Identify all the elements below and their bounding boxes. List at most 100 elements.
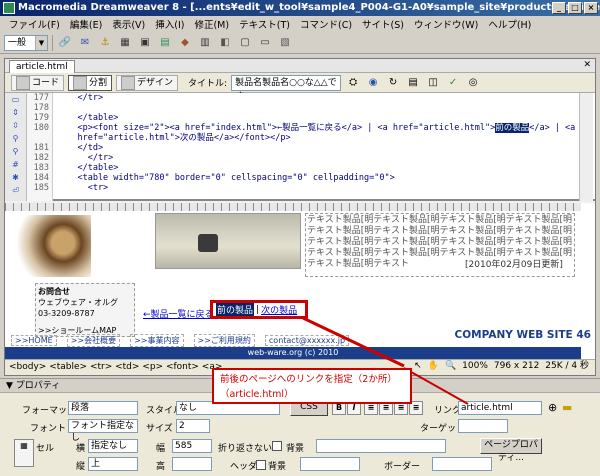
code-line: href="article.html">次の製品</a></font></p>: [57, 133, 291, 143]
footer-nav-company[interactable]: >>会社概要: [66, 333, 121, 347]
template-icon[interactable]: ▧: [277, 35, 293, 51]
border-color-input[interactable]: [432, 457, 492, 471]
collapse-tag-icon[interactable]: ⇕: [5, 106, 26, 119]
split-view-label: 分割: [89, 77, 108, 88]
footer-nav-home[interactable]: >>HOME: [11, 334, 57, 346]
validate-icon[interactable]: ✓: [445, 75, 461, 91]
code-line: <table width="780" border="0" cellspacin…: [57, 173, 395, 183]
hand-tool-icon[interactable]: ✋: [428, 359, 439, 375]
annotation-line-2: （article.html）: [220, 389, 294, 400]
menu-file[interactable]: ファイル(F): [4, 17, 65, 31]
link-input[interactable]: article.html: [458, 401, 542, 415]
table-icon[interactable]: ▦: [117, 35, 133, 51]
background-color-input[interactable]: [300, 457, 360, 471]
highlight-invalid-icon[interactable]: ✱: [5, 171, 26, 184]
format-value: 段落: [71, 403, 90, 413]
head-icon[interactable]: ▭: [257, 35, 273, 51]
word-wrap-icon[interactable]: ⏎: [5, 184, 26, 197]
horz-select[interactable]: 指定なし: [88, 439, 138, 453]
split-view-icon: [73, 75, 88, 90]
document-title-input[interactable]: 製品名製品名○○な△△です: [231, 74, 342, 102]
server-side-include-icon[interactable]: ◧: [217, 35, 233, 51]
date-icon[interactable]: ▥: [197, 35, 213, 51]
minimize-button[interactable]: _: [552, 2, 566, 14]
split-view-button[interactable]: 分割: [68, 74, 113, 91]
font-select[interactable]: フォント指定なし: [68, 419, 138, 443]
back-to-list-link[interactable]: ←製品一覧に戻る: [143, 307, 214, 320]
comment-icon[interactable]: ▢: [237, 35, 253, 51]
header-checkbox[interactable]: [256, 460, 266, 470]
maximize-button[interactable]: □: [568, 2, 582, 14]
menu-insert[interactable]: 挿入(I): [150, 17, 189, 31]
previous-product-link[interactable]: 前の製品: [216, 303, 255, 316]
expand-all-icon[interactable]: ⇳: [5, 119, 26, 132]
footer-nav-contact[interactable]: contact@xxxxxx.jp: [264, 334, 350, 346]
target-select[interactable]: [458, 419, 508, 433]
view-options-icon[interactable]: ▤: [405, 75, 421, 91]
close-icon[interactable]: ✕: [583, 60, 591, 70]
footer-nav-terms[interactable]: >>ご利用規約: [193, 333, 255, 347]
format-select[interactable]: 段落: [68, 401, 138, 415]
menu-modify[interactable]: 修正(M): [189, 17, 234, 31]
select-tool-icon[interactable]: ↖: [414, 359, 422, 375]
named-anchor-icon[interactable]: ⚓: [97, 35, 113, 51]
horz-label: 横: [76, 444, 86, 454]
zoom-tool-icon[interactable]: 🔍: [445, 359, 456, 375]
file-management-icon[interactable]: ⛭: [345, 75, 361, 91]
refresh-icon[interactable]: ↻: [385, 75, 401, 91]
document-window: article.html ✕ コード 分割 デザイン タイトル: 製品名製品名○…: [4, 58, 596, 376]
hyperlink-icon[interactable]: 🔗: [57, 35, 73, 51]
document-tab-bar: article.html ✕: [5, 59, 595, 73]
layer-icon[interactable]: ▣: [137, 35, 153, 51]
nowrap-label: 折り返さない: [218, 444, 273, 454]
menu-window[interactable]: ウィンドウ(W): [409, 17, 483, 31]
size-select[interactable]: 2: [176, 419, 210, 433]
product-photo-left: [11, 215, 91, 277]
link-value: article.html: [461, 403, 513, 413]
menu-site[interactable]: サイト(S): [357, 17, 409, 31]
window-title-bar[interactable]: Macromedia Dreamweaver 8 - [...ents¥edit…: [0, 0, 600, 16]
status-info: ↖ ✋ 🔍 100% 796 x 212 25K / 4 秒: [414, 359, 589, 375]
line-numbers-icon[interactable]: #: [5, 158, 26, 171]
select-parent-icon[interactable]: ⚲: [5, 132, 26, 145]
design-view[interactable]: テキスト製品[明テキスト製品[明テキスト製品[明テキスト製品[明テキスト製品[明…: [5, 203, 595, 359]
code-view-button[interactable]: コード: [11, 74, 65, 91]
media-icon[interactable]: ◆: [177, 35, 193, 51]
browse-folder-icon[interactable]: ▬: [562, 401, 572, 414]
preview-icon[interactable]: ◉: [365, 75, 381, 91]
code-view-icon: [16, 75, 30, 90]
menu-help[interactable]: ヘルプ(H): [483, 17, 536, 31]
background-image-input[interactable]: [316, 439, 446, 453]
menu-text[interactable]: テキスト(T): [234, 17, 295, 31]
code-scrollbar[interactable]: [579, 93, 593, 201]
footer-nav-business[interactable]: >>事業内容: [130, 333, 184, 347]
vert-select[interactable]: 上: [88, 457, 138, 471]
point-to-file-icon[interactable]: ⊕: [548, 401, 557, 414]
open-documents-icon[interactable]: ▭: [5, 93, 26, 106]
menu-edit[interactable]: 編集(E): [65, 17, 107, 31]
zoom-select[interactable]: 100%: [462, 359, 488, 375]
close-button[interactable]: ×: [584, 2, 598, 14]
insert-toolbar: 一般 ▼ 🔗 ✉ ⚓ ▦ ▣ ▤ ◆ ▥ ◧ ▢ ▭ ▧: [0, 32, 600, 54]
menu-view[interactable]: 表示(V): [107, 17, 150, 31]
design-view-label: デザイン: [137, 77, 174, 88]
image-icon[interactable]: ▤: [157, 35, 173, 51]
code-view[interactable]: ▭ ⇕ ⇳ ⚲ ⚲ # ✱ ⏎ 177 178 179 180 181 182 …: [5, 93, 595, 201]
balance-braces-icon[interactable]: ⚲: [5, 145, 26, 158]
page-properties-button[interactable]: ページプロパティ...: [480, 438, 542, 463]
next-product-link[interactable]: 次の製品: [261, 303, 297, 316]
window-size[interactable]: 796 x 212: [494, 359, 539, 375]
insert-category-select[interactable]: 一般 ▼: [4, 34, 48, 51]
nowrap-checkbox[interactable]: [272, 441, 282, 451]
menu-commands[interactable]: コマンド(C): [295, 17, 357, 31]
width-input[interactable]: 585: [172, 439, 212, 453]
email-link-icon[interactable]: ✉: [77, 35, 93, 51]
document-tab[interactable]: article.html: [9, 60, 75, 73]
visual-aids-icon[interactable]: ◫: [425, 75, 441, 91]
code-line: <tr>: [57, 183, 109, 193]
code-text[interactable]: </tr> </table> <p><font size="2"><a href…: [57, 93, 577, 201]
height-input[interactable]: [172, 457, 212, 471]
design-view-button[interactable]: デザイン: [116, 74, 179, 91]
browser-check-icon[interactable]: ◎: [465, 75, 481, 91]
